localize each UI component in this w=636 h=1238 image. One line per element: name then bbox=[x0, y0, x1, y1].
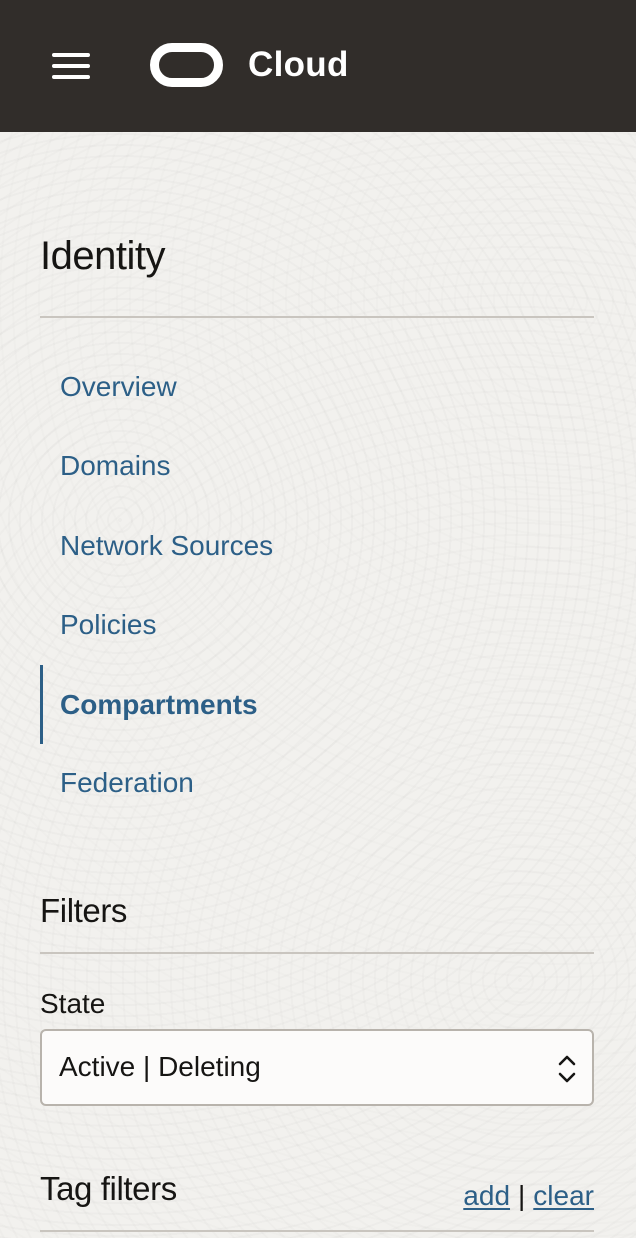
select-chevrons-icon bbox=[558, 1055, 576, 1083]
tag-filters-divider bbox=[40, 1230, 594, 1232]
top-header: Cloud bbox=[0, 0, 636, 132]
state-select-value: Active | Deleting bbox=[59, 1051, 261, 1082]
sidebar-item-network-sources[interactable]: Network Sources bbox=[60, 528, 273, 564]
tag-filters-heading: Tag filters bbox=[40, 1170, 177, 1207]
sidebar-item-domains[interactable]: Domains bbox=[60, 448, 170, 484]
brand-title[interactable]: Cloud bbox=[248, 44, 349, 86]
sidebar-item-compartments[interactable]: Compartments bbox=[60, 687, 258, 723]
section-divider bbox=[40, 316, 594, 318]
sidebar-item-policies[interactable]: Policies bbox=[60, 607, 156, 643]
sidebar-item-federation[interactable]: Federation bbox=[60, 765, 194, 801]
add-tag-filter-link[interactable]: add bbox=[463, 1180, 510, 1211]
active-item-indicator bbox=[40, 665, 43, 744]
tag-filter-actions: add | clear bbox=[463, 1178, 594, 1214]
oracle-logo-icon[interactable] bbox=[150, 43, 223, 87]
link-separator: | bbox=[518, 1180, 526, 1211]
filters-divider bbox=[40, 952, 594, 954]
hamburger-menu-icon[interactable] bbox=[52, 50, 90, 82]
state-select[interactable]: Active | Deleting bbox=[40, 1029, 594, 1106]
state-label: State bbox=[40, 988, 106, 1019]
section-title: Identity bbox=[40, 234, 165, 278]
clear-tag-filters-link[interactable]: clear bbox=[533, 1180, 594, 1211]
filters-heading: Filters bbox=[40, 892, 128, 929]
sidebar-item-overview[interactable]: Overview bbox=[60, 369, 177, 405]
